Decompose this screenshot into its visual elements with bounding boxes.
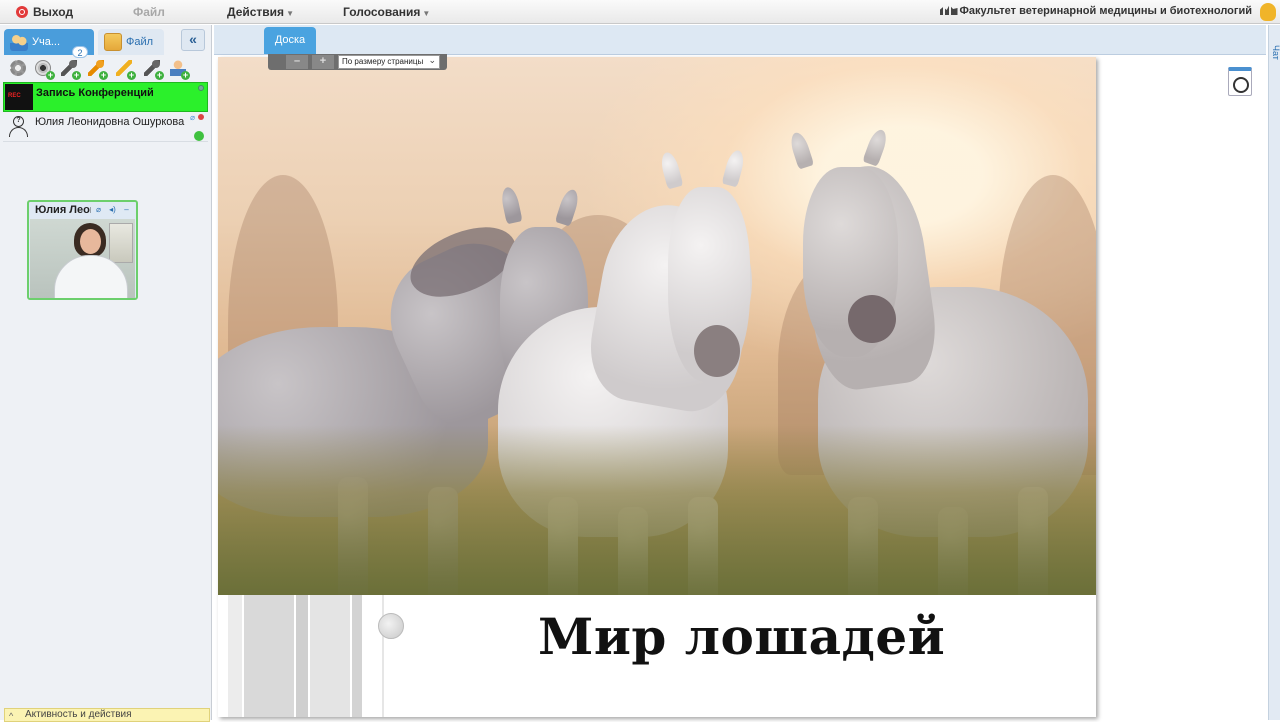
chevron-down-icon: ▼	[286, 9, 294, 18]
menu-actions[interactable]: Действия ▼	[227, 5, 294, 19]
participant-row-recorder[interactable]: Запись Конференций	[3, 82, 208, 112]
settings-button[interactable]	[8, 58, 30, 80]
board-tabs-bar: Доска	[214, 25, 1266, 55]
collapse-panel-button[interactable]: «	[181, 29, 205, 51]
microphone-status-icon	[198, 114, 204, 120]
allow-drawing-button[interactable]: +	[114, 58, 136, 80]
participants-count-badge: 2	[72, 46, 88, 58]
users-icon	[10, 33, 28, 51]
slide-photo-horses	[218, 57, 1096, 595]
chevron-down-icon: ▼	[422, 9, 431, 18]
presentation-slide: Мир лошадей	[218, 57, 1096, 717]
participant-toolbar: + + + + + +	[4, 58, 208, 80]
menu-polls-label: Голосования	[343, 5, 421, 19]
participant-name: Запись Конференций	[36, 87, 154, 99]
video-window[interactable]: Юлия Леонидовна Ошуркова ⌀ ◂) –	[27, 200, 138, 300]
allow-microphone-button[interactable]: +	[86, 58, 108, 80]
slide-footer: Мир лошадей	[218, 595, 1096, 717]
video-person-face	[80, 229, 101, 254]
city-logo-icon	[939, 5, 958, 15]
zoom-out-button[interactable]: –	[286, 55, 308, 69]
whiteboard[interactable]: Мир лошадей	[214, 55, 1266, 720]
plus-icon: +	[72, 70, 81, 80]
video-window-title: Юлия Леонидовна Ошуркова	[35, 204, 91, 216]
tab-participants-label: Уча...	[32, 36, 61, 48]
exit-button[interactable]: Выход	[33, 5, 73, 19]
record-thumbnail-icon	[5, 84, 33, 110]
video-feed	[30, 219, 135, 298]
top-menu-bar: Выход Файл Действия ▼ Голосования ▼ Факуль…	[0, 0, 1280, 24]
speaker-icon[interactable]: ◂)	[107, 205, 118, 216]
organization-name: Факультет ветеринарной медицины и биотех…	[959, 5, 1252, 17]
user-avatar-icon: ?	[7, 115, 29, 137]
slide-photo-grass	[218, 425, 1096, 595]
zoom-toolbar: – + По размеру страницы	[268, 54, 447, 70]
tab-files-label: Файл	[126, 36, 154, 48]
left-panel-tabs: Уча... 2 Файл «	[0, 25, 212, 58]
mute-microphone-button[interactable]: +	[142, 58, 164, 80]
folder-icon	[104, 33, 122, 51]
participants-panel: Уча... 2 Файл « + + + + + + Запись Конфе…	[0, 25, 212, 720]
online-status-icon	[194, 131, 204, 141]
add-camera-button[interactable]: +	[33, 58, 55, 80]
menu-actions-label: Действия	[227, 5, 285, 19]
plus-icon: +	[99, 70, 108, 80]
participant-name: Юлия Леонидовна Ошуркова	[35, 116, 185, 128]
plus-icon: +	[127, 70, 136, 80]
add-microphone-button[interactable]: +	[59, 58, 81, 80]
add-participant-button[interactable]: +	[168, 58, 190, 80]
status-dot-icon	[198, 85, 204, 91]
menu-polls[interactable]: Голосования ▼	[343, 5, 430, 19]
power-icon[interactable]	[16, 6, 28, 18]
audio-icon[interactable]: ⌀	[93, 205, 104, 216]
video-background-shelf	[109, 223, 133, 263]
minimize-button[interactable]: –	[121, 205, 132, 216]
pointer-tool-button[interactable]	[1228, 67, 1252, 96]
audio-icon[interactable]: ⌀	[190, 113, 195, 122]
participant-row-user[interactable]: ? Юлия Леонидовна Ошуркова ⌀	[3, 112, 208, 142]
zoom-in-button[interactable]: +	[312, 55, 334, 69]
zoom-select[interactable]: По размеру страницы	[338, 54, 440, 69]
organization-title: Факультет ветеринарной медицины и биотех…	[939, 5, 1252, 17]
chat-panel-collapsed[interactable]: Чат	[1268, 25, 1280, 720]
plus-icon: +	[155, 70, 164, 80]
tab-files[interactable]: Файл	[98, 29, 164, 55]
slide-title: Мир лошадей	[538, 607, 946, 666]
tab-whiteboard[interactable]: Доска	[264, 27, 316, 54]
slide-decoration-circle	[378, 613, 404, 639]
raise-hand-icon[interactable]	[1260, 3, 1276, 21]
plus-icon: +	[46, 70, 55, 80]
plus-icon: +	[181, 70, 190, 80]
menu-file[interactable]: Файл	[133, 5, 165, 19]
tab-participants[interactable]: Уча... 2	[4, 29, 94, 58]
chat-panel-label: Чат	[1271, 45, 1280, 60]
gear-icon	[10, 60, 26, 76]
